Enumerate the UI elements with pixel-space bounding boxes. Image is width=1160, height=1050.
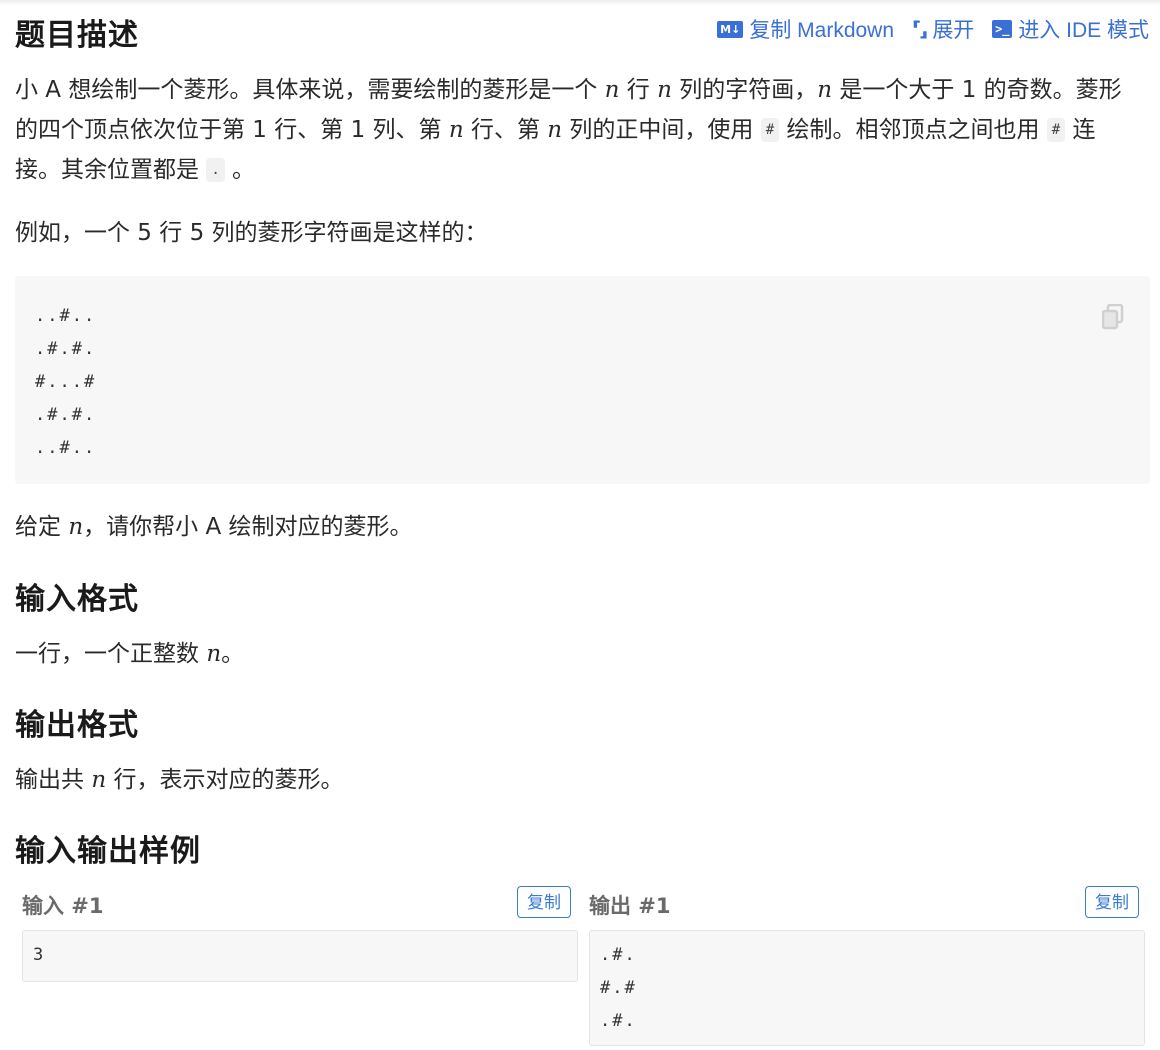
text-segment: 。 [224, 157, 256, 183]
enter-ide-button[interactable]: >_ 进入 IDE 模式 [992, 14, 1149, 44]
inline-code: . [206, 158, 225, 182]
sample-input-box: 3 [22, 930, 578, 982]
example-code-block: ..#.. .#.#. #...# .#.#. ..#.. [15, 276, 1150, 484]
description-paragraph-1: 小 A 想绘制一个菱形。具体来说，需要绘制的菱形是一个 n 行 n 列的字符画，… [15, 70, 1135, 190]
section-title-input-format: 输入格式 [15, 582, 139, 617]
math-variable: n [547, 117, 563, 143]
text-segment: ，请你帮小 A 绘制对应的菱形。 [83, 514, 413, 540]
text-segment: 输出共 [15, 767, 92, 793]
top-shadow [0, 0, 1160, 5]
sample-input-value: 3 [33, 945, 46, 965]
text-segment: 小 A 想绘制一个菱形。具体来说，需要绘制的菱形是一个 [15, 77, 605, 103]
copy-icon[interactable] [1102, 304, 1124, 330]
math-variable: n [817, 77, 833, 103]
math-variable: n [448, 117, 464, 143]
description-paragraph-2: 例如，一个 5 行 5 列的菱形字符画是这样的： [15, 220, 488, 246]
sample-input-label: 输入 #1 [22, 894, 104, 918]
copy-markdown-button[interactable]: M↓ 复制 Markdown [717, 14, 894, 44]
math-variable: n [91, 767, 107, 793]
problem-header: 题目描述 M↓ 复制 Markdown ⸢⸥ 展开 >_ 进入 IDE 模式 [15, 10, 1155, 53]
text-segment: 列的正中间，使用 [562, 117, 761, 143]
inline-code: # [1046, 118, 1066, 142]
text-segment: 行 [619, 77, 658, 103]
math-variable: n [68, 514, 84, 540]
sample-output-value: .#. #.# .#. [600, 945, 637, 1031]
copy-input-button[interactable]: 复制 [517, 886, 571, 918]
output-format-text: 输出共 n 行，表示对应的菱形。 [15, 760, 1135, 800]
markdown-icon: M↓ [717, 20, 744, 38]
sample-output-label: 输出 #1 [589, 894, 671, 918]
text-segment: 一行，一个正整数 [15, 641, 207, 667]
math-variable: n [206, 641, 222, 667]
text-segment: 列的字符画， [671, 77, 818, 103]
sample-output-box: .#. #.# .#. [589, 930, 1145, 1046]
text-segment: 。 [221, 641, 245, 667]
header-toolbar: M↓ 复制 Markdown ⸢⸥ 展开 >_ 进入 IDE 模式 [717, 14, 1149, 44]
expand-button[interactable]: ⸢⸥ 展开 [912, 14, 974, 44]
math-variable: n [657, 77, 672, 103]
input-format-text: 一行，一个正整数 n。 [15, 634, 1135, 674]
text-segment: 给定 [15, 514, 69, 540]
expand-label: 展开 [932, 19, 975, 42]
text-segment: 行、第 [463, 117, 548, 143]
text-segment: 行，表示对应的菱形。 [106, 767, 344, 793]
terminal-icon: >_ [992, 20, 1013, 38]
inline-code: # [760, 118, 780, 142]
copy-markdown-label: 复制 Markdown [749, 19, 895, 42]
section-title-samples: 输入输出样例 [15, 834, 201, 869]
example-code: ..#.. .#.#. #...# .#.#. ..#.. [35, 306, 97, 458]
expand-icon: ⸢⸥ [912, 18, 928, 41]
description-paragraph-3: 给定 n，请你帮小 A 绘制对应的菱形。 [15, 507, 1135, 547]
section-title-output-format: 输出格式 [15, 708, 139, 743]
text-segment: 绘制。相邻顶点之间也用 [779, 117, 1047, 143]
math-variable: n [604, 77, 620, 103]
copy-output-button[interactable]: 复制 [1085, 886, 1139, 918]
enter-ide-label: 进入 IDE 模式 [1018, 19, 1149, 42]
